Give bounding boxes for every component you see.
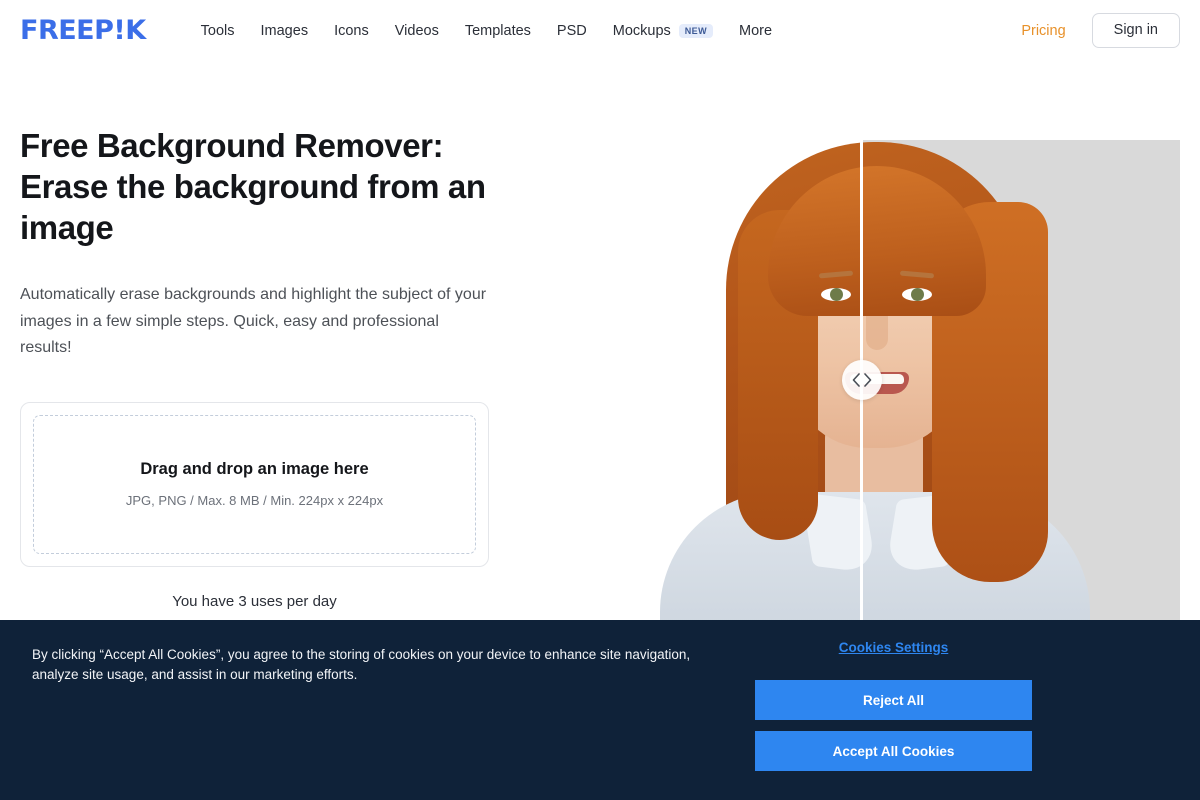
image-dropzone[interactable]: Drag and drop an image here JPG, PNG / M… — [33, 414, 476, 554]
cookie-message: By clicking “Accept All Cookies”, you ag… — [32, 647, 691, 682]
reject-all-button[interactable]: Reject All — [755, 680, 1032, 720]
nav-item-images[interactable]: Images — [261, 23, 309, 39]
comparison-slider-handle[interactable] — [841, 360, 882, 400]
new-badge: NEW — [678, 23, 713, 38]
chevron-left-icon — [852, 373, 860, 387]
upload-card: Drag and drop an image here JPG, PNG / M… — [20, 401, 489, 567]
accept-all-cookies-button[interactable]: Accept All Cookies — [755, 731, 1032, 771]
dropzone-title: Drag and drop an image here — [140, 460, 369, 478]
chevron-right-icon — [863, 373, 871, 387]
page-title: Free Background Remover: Erase the backg… — [20, 127, 486, 246]
nav-item-tools[interactable]: Tools — [201, 23, 235, 39]
freepik-logo[interactable]: FREEP!K — [20, 15, 146, 46]
hero-subtitle: Automatically erase backgrounds and high… — [20, 286, 487, 356]
nav-item-mockups[interactable]: Mockups NEW — [613, 23, 713, 39]
nav-item-icons[interactable]: Icons — [334, 23, 369, 39]
nav-item-mockups-label: Mockups — [612, 22, 671, 39]
dropzone-hint: JPG, PNG / Max. 8 MB / Min. 224px x 224p… — [125, 493, 384, 508]
sign-in-button[interactable]: Sign in — [1091, 13, 1180, 48]
nav-item-videos[interactable]: Videos — [395, 23, 439, 39]
hero-left-column: Free Background Remover: Erase the backg… — [20, 125, 520, 668]
header-actions: Pricing Sign in — [1021, 13, 1180, 48]
site-header: FREEP!K Tools Images Icons Videos Templa… — [0, 0, 1200, 61]
pricing-link[interactable]: Pricing — [1021, 23, 1065, 39]
pane-original-image — [861, 140, 1180, 622]
pane-background-removed — [540, 140, 860, 622]
before-after-comparison[interactable] — [540, 140, 1180, 622]
page-root: FREEP!K Tools Images Icons Videos Templa… — [0, 0, 1200, 800]
main-navigation: Tools Images Icons Videos Templates PSD … — [201, 23, 772, 39]
portrait-illustration-after — [861, 140, 1180, 622]
cookie-consent-banner: By clicking “Accept All Cookies”, you ag… — [0, 620, 1200, 800]
nav-item-psd[interactable]: PSD — [557, 23, 587, 39]
cookie-actions: Cookies Settings Reject All Accept All C… — [755, 640, 1032, 782]
portrait-illustration-before — [540, 140, 860, 622]
uses-per-day-text: You have 3 uses per day — [172, 592, 337, 610]
cookies-settings-link[interactable]: Cookies Settings — [839, 640, 949, 655]
nav-item-more[interactable]: More — [739, 23, 772, 39]
nav-item-templates[interactable]: Templates — [465, 23, 531, 39]
